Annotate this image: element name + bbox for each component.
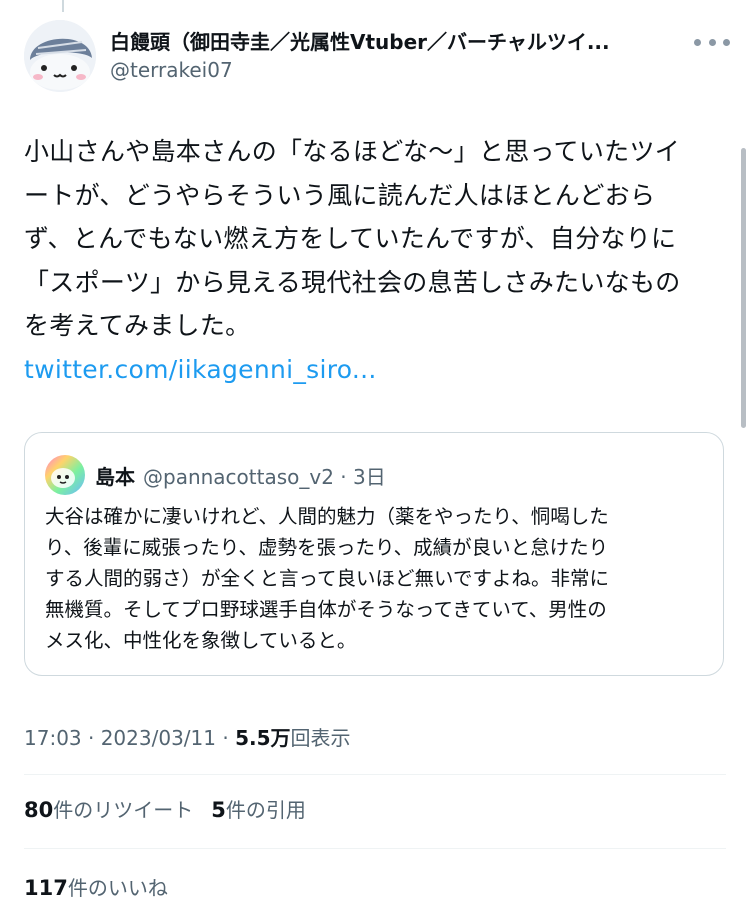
quote-handle-time: @pannacottaso_v2 · 3日	[143, 465, 386, 489]
author-name[interactable]: 白饅頭（御田寺圭／光属性Vtuber／バーチャルツイ...	[110, 26, 674, 55]
dot	[723, 38, 730, 46]
retweets-stat[interactable]: 80件のリツイート	[24, 798, 193, 822]
likes-stats: 117件のいいね	[24, 872, 168, 901]
author-avatar[interactable]	[24, 20, 96, 92]
tweet-meta: 17:03 · 2023/03/11 · 5.5万回表示	[24, 722, 351, 751]
views-count: 5.5万	[235, 726, 291, 750]
quoted-tweet[interactable]: 島本 @pannacottaso_v2 · 3日 大谷は確かに凄いけれど、人間的魅…	[24, 432, 724, 676]
tweet-timestamp[interactable]: 17:03 · 2023/03/11 ·	[24, 726, 235, 750]
quote-text-line: メス化、中性化を象徴していると。	[45, 629, 357, 652]
likes-count: 117	[24, 876, 68, 900]
tweet-text-line: 「スポーツ」から見える現代社会の息苦しさみたいなもの	[24, 267, 681, 297]
quote-text-line: 大谷は確かに凄いけれど、人間的魅力（薬をやったり、恫喝した	[45, 505, 609, 528]
quotes-count: 5	[211, 798, 226, 822]
quote-text: 大谷は確かに凄いけれど、人間的魅力（薬をやったり、恫喝した り、後輩に威張ったり…	[45, 501, 705, 656]
likes-stat[interactable]: 117件のいいね	[24, 876, 168, 900]
quotes-stat[interactable]: 5件の引用	[211, 798, 306, 822]
views-label: 回表示	[290, 726, 351, 750]
dot	[708, 38, 716, 46]
tweet-text-line: を考えてみました。	[24, 311, 251, 340]
tweet-text-line: ートが、どうやらそういう風に読んだ人はほとんどおら	[24, 180, 656, 210]
tweet-text: 小山さんや島本さんの「なるほどな〜」と思っていたツイ ートが、どうやらそういう風…	[24, 130, 724, 391]
quote-author-avatar[interactable]	[45, 455, 85, 495]
tweet-header: 白饅頭（御田寺圭／光属性Vtuber／バーチャルツイ... @terrakei0…	[24, 18, 730, 94]
quotes-label: 件の引用	[225, 798, 306, 822]
dot	[694, 38, 701, 46]
quote-text-line: する人間的弱さ）が全くと言って良いほど無いですよね。非常に	[45, 567, 609, 590]
likes-label: 件のいいね	[67, 876, 168, 900]
divider	[24, 848, 726, 849]
tweet-text-line: 小山さんや島本さんの「なるほどな〜」と思っていたツイ	[24, 137, 681, 166]
more-horizontal-icon[interactable]	[694, 32, 730, 52]
quote-header: 島本 @pannacottaso_v2 · 3日	[95, 461, 386, 490]
author-handle[interactable]: @terrakei07	[110, 58, 233, 82]
thread-connector-line	[62, 0, 64, 12]
quote-avatar-image	[45, 455, 85, 495]
author-avatar-image	[24, 20, 96, 92]
quote-text-line: り、後輩に威張ったり、虚勢を張ったり、成績が良いと怠けたり	[45, 536, 609, 559]
engagement-stats: 80件のリツイート 5件の引用	[24, 794, 306, 823]
tweet-link[interactable]: twitter.com/iikagenni_siro...	[24, 348, 724, 392]
retweets-count: 80	[24, 798, 54, 822]
scrollbar[interactable]	[741, 148, 746, 428]
quote-author-name[interactable]: 島本	[95, 465, 135, 489]
quote-text-line: 無機質。そしてプロ野球選手自体がそうなってきていて、男性の	[45, 598, 607, 621]
retweets-label: 件のリツイート	[53, 798, 194, 822]
divider	[24, 774, 726, 775]
tweet-text-line: ず、とんでもない燃え方をしていたんですが、自分なりに	[24, 224, 677, 253]
